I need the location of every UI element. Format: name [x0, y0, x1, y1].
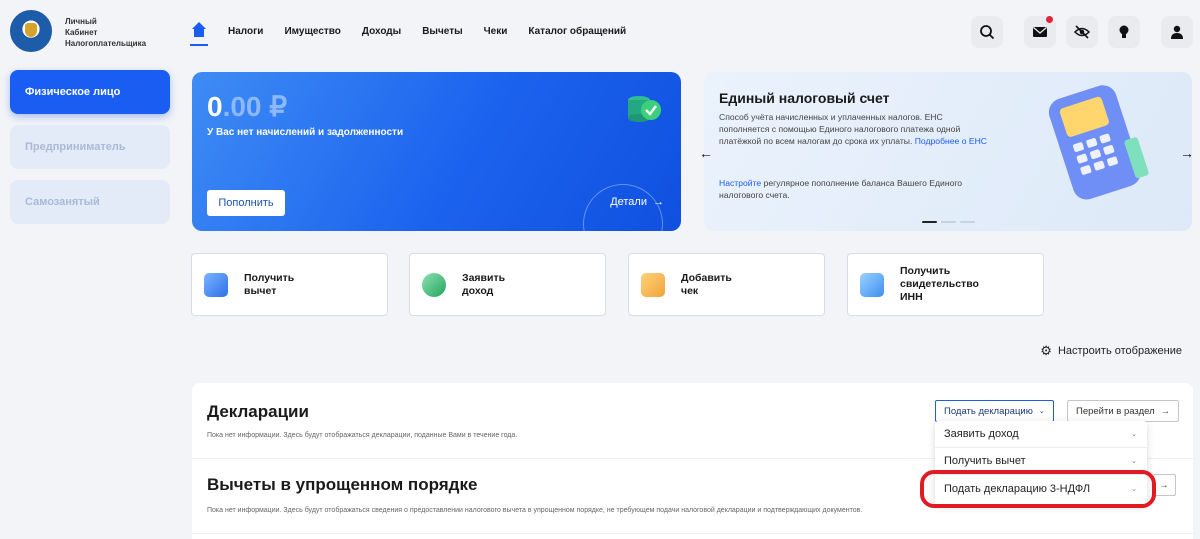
carousel-dots — [922, 221, 975, 223]
eye-off-icon — [1074, 25, 1090, 39]
divider — [192, 533, 1193, 534]
quick-action-add-receipt[interactable]: Добавить чек — [628, 253, 825, 316]
arrow-right-icon: → — [1159, 479, 1169, 491]
chevron-down-icon: ⌄ — [1131, 431, 1137, 438]
ruble-coin-icon — [422, 273, 446, 297]
carousel-dot[interactable] — [960, 221, 975, 223]
declarations-title: Декларации — [207, 402, 309, 421]
carousel-prev-arrow-icon[interactable]: ← — [696, 143, 716, 163]
sidebar-item-individual[interactable]: Физическое лицо — [10, 70, 170, 114]
carousel-dot[interactable] — [941, 221, 956, 223]
configure-display-link[interactable]: ⚙ Настроить отображение — [1040, 343, 1182, 359]
messages-button[interactable] — [1024, 16, 1056, 48]
deductions-title: Вычеты в упрощенном порядке — [207, 475, 478, 494]
red-highlight-annotation — [920, 470, 1156, 508]
quick-action-label: Заявить доход — [462, 272, 506, 297]
chevron-down-icon: ⌄ — [1038, 408, 1045, 415]
quick-action-get-deduction[interactable]: Получить вычет — [191, 253, 388, 316]
ens-banner: Единый налоговый счет Способ учёта начис… — [704, 72, 1192, 231]
nav-deductions[interactable]: Вычеты — [422, 26, 462, 37]
quick-action-label: Добавить чек — [681, 272, 732, 297]
declarations-note: Пока нет информации. Здесь будут отображ… — [207, 432, 518, 439]
tips-button[interactable] — [1108, 16, 1140, 48]
ens-more-link[interactable]: Подробнее о ЕНС — [915, 136, 987, 146]
gear-icon: ⚙ — [1040, 343, 1052, 358]
details-link[interactable]: Детали → — [610, 196, 664, 208]
ens-title: Единый налоговый счет — [719, 90, 890, 106]
header: Личный Кабинет Налогоплательщика Налоги … — [0, 0, 1200, 62]
hide-balance-button[interactable] — [1066, 16, 1098, 48]
wallet-icon — [204, 273, 228, 297]
nav-income[interactable]: Доходы — [362, 26, 401, 37]
fns-logo[interactable] — [10, 10, 52, 52]
receipt-icon — [641, 273, 665, 297]
balance-subtitle: У Вас нет начислений и задолженности — [207, 127, 404, 138]
ens-setup-link[interactable]: Настройте — [719, 178, 761, 188]
mail-icon — [1033, 27, 1047, 37]
search-icon — [980, 25, 995, 40]
deductions-note: Пока нет информации. Здесь будут отображ… — [207, 507, 863, 514]
nav-receipts[interactable]: Чеки — [484, 26, 508, 37]
chevron-down-icon: ⌄ — [1131, 458, 1137, 465]
ens-setup-text: Настройте регулярное пополнение баланса … — [719, 178, 963, 200]
payment-terminal-illustration — [1048, 85, 1149, 200]
profile-button[interactable] — [1161, 16, 1193, 48]
sidebar-item-self-employed[interactable]: Самозанятый — [10, 180, 170, 224]
nav-catalog[interactable]: Каталог обращений — [528, 26, 626, 37]
sidebar-item-entrepreneur[interactable]: Предприниматель — [10, 125, 170, 169]
user-icon — [1171, 25, 1183, 39]
coins-check-icon — [628, 96, 661, 122]
main-nav: Налоги Имущество Доходы Вычеты Чеки Ката… — [190, 22, 647, 46]
quick-action-declare-income[interactable]: Заявить доход — [409, 253, 606, 316]
lightbulb-icon — [1119, 25, 1129, 38]
search-button[interactable] — [971, 16, 1003, 48]
monitor-icon — [860, 273, 884, 297]
nav-taxes[interactable]: Налоги — [228, 26, 263, 37]
ens-description: Способ учёта начисленных и уплаченных на… — [719, 112, 988, 146]
carousel-next-arrow-icon[interactable]: → — [1177, 143, 1197, 163]
quick-action-label: Получить вычет — [244, 272, 295, 297]
topup-button[interactable]: Пополнить — [207, 190, 285, 216]
home-icon[interactable] — [190, 22, 208, 46]
balance-card: 0.00 ₽ У Вас нет начислений и задолженно… — [192, 72, 681, 231]
brand-name: Личный Кабинет Налогоплательщика — [65, 17, 147, 48]
quick-action-get-inn[interactable]: Получить свидетельство ИНН — [847, 253, 1044, 316]
arrow-right-icon: → — [653, 196, 664, 208]
arrow-right-icon: → — [1160, 405, 1171, 417]
nav-property[interactable]: Имущество — [284, 26, 340, 37]
balance-amount: 0.00 ₽ — [207, 91, 288, 122]
carousel-dot[interactable] — [922, 221, 937, 223]
quick-action-label: Получить свидетельство ИНН — [900, 265, 979, 303]
notification-dot — [1046, 16, 1053, 23]
submit-declaration-button[interactable]: Подать декларацию ⌄ — [935, 400, 1054, 422]
goto-section-button[interactable]: Перейти в раздел → — [1067, 400, 1180, 422]
dropdown-item-declare-income[interactable]: Заявить доход ⌄ — [935, 421, 1147, 448]
